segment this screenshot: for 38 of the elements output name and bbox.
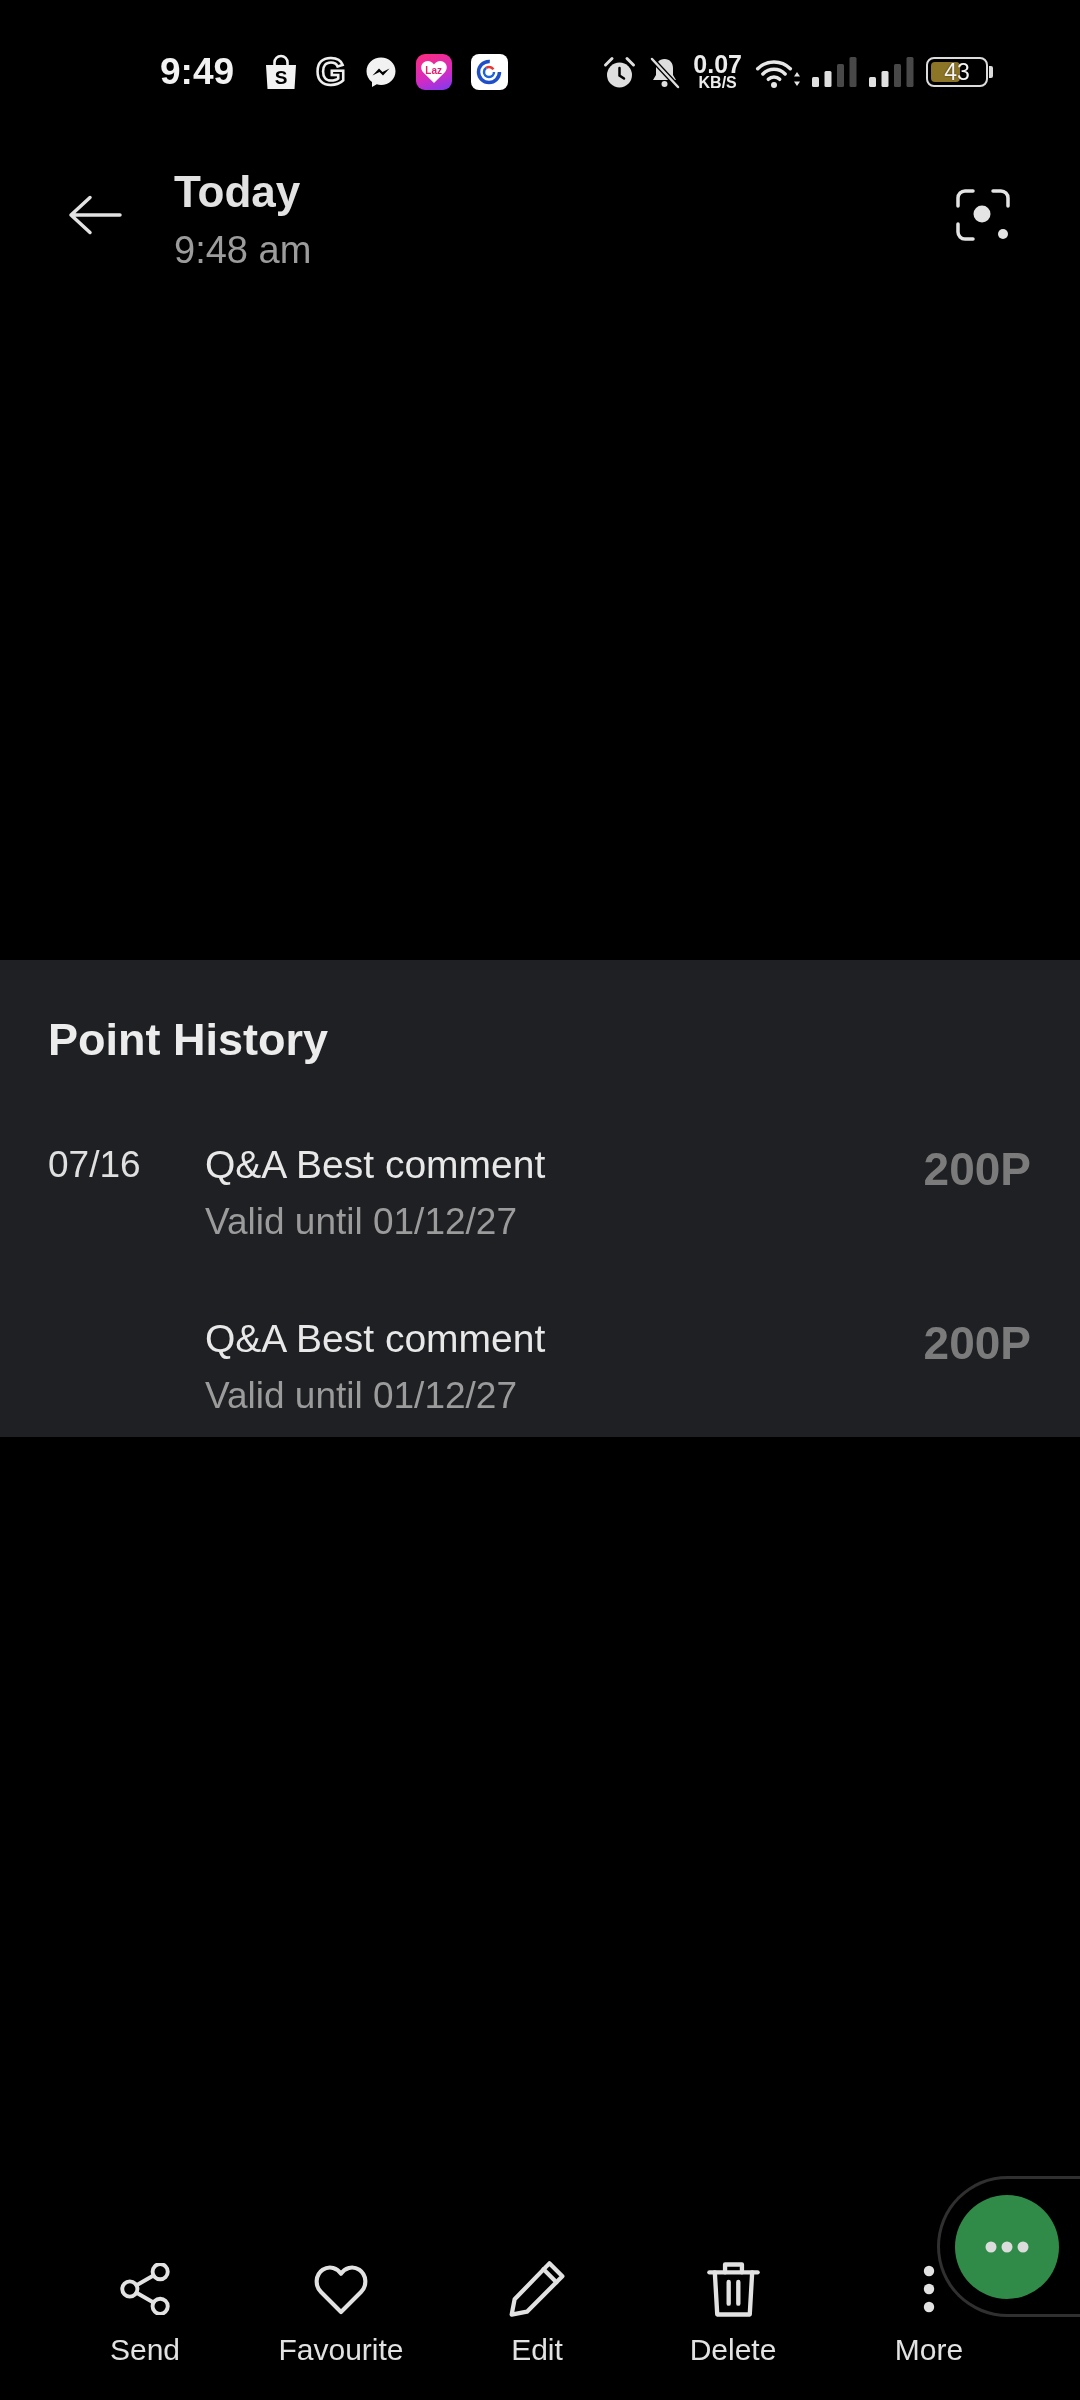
pencil-icon <box>509 2261 565 2317</box>
vertical-dots-icon <box>923 2265 935 2313</box>
ring-app-icon <box>470 54 508 90</box>
entry-title: Q&A Best comment <box>205 1316 546 1362</box>
share-button[interactable]: Send <box>109 2261 181 2368</box>
entry-validity: Valid until 01/12/27 <box>205 1374 517 1418</box>
focus-scan-icon <box>956 188 1010 241</box>
heart-icon <box>313 2263 369 2315</box>
share-icon <box>120 2263 170 2315</box>
back-button[interactable] <box>68 194 122 235</box>
header-title: Today <box>174 166 302 218</box>
signal-icon <box>812 57 857 87</box>
trash-icon <box>706 2261 760 2317</box>
logo-letter: G <box>316 54 346 90</box>
network-speed-value: 0.07 <box>693 53 742 75</box>
entry-validity: Valid until 01/12/27 <box>205 1200 517 1244</box>
signal-icon <box>869 57 914 87</box>
card-title: Point History <box>48 1013 329 1067</box>
back-arrow-icon <box>68 194 122 235</box>
status-time: 9:49 <box>160 50 235 94</box>
more-button[interactable]: More <box>894 2261 964 2368</box>
entry-title: Q&A Best comment <box>205 1142 546 1188</box>
ellipsis-icon <box>985 2240 1029 2253</box>
network-speed-unit: KB/S <box>698 75 737 91</box>
scan-button[interactable] <box>956 188 1010 241</box>
chat-bubble-icon <box>364 56 397 88</box>
entry-points: 200P <box>923 1143 1031 1195</box>
bell-off-icon <box>648 55 682 89</box>
alarm-clock-icon <box>603 55 637 89</box>
header-subtitle: 9:48 am <box>174 228 312 273</box>
app-icon-text: Laz <box>425 65 442 76</box>
edit-button[interactable]: Edit <box>509 2261 565 2368</box>
entry-points: 200P <box>923 1317 1031 1369</box>
delete-button[interactable]: Delete <box>689 2261 777 2368</box>
entry-date: 07/16 <box>48 1143 141 1187</box>
shopping-bag-icon <box>265 54 298 90</box>
favourite-button[interactable]: Favourite <box>278 2261 404 2368</box>
bag-letter: S <box>274 68 288 87</box>
